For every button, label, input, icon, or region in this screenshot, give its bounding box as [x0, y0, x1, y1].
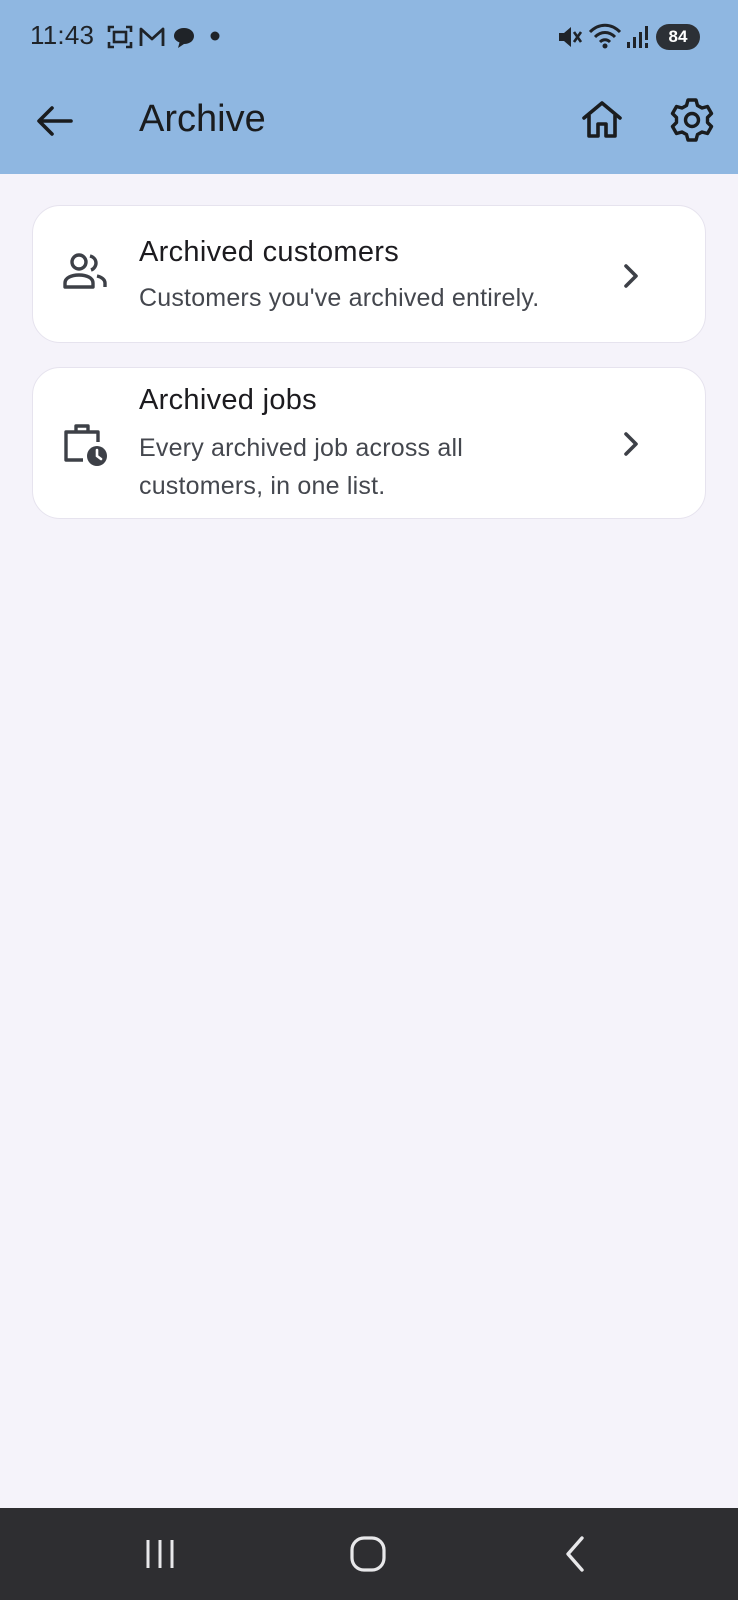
- system-nav-bar: [0, 1508, 738, 1600]
- nav-home-icon: [350, 1536, 386, 1572]
- chevron-right-icon: [624, 264, 638, 288]
- archived-jobs-card[interactable]: Archived jobs Every archived job across …: [32, 367, 706, 519]
- nav-back-icon: [566, 1536, 584, 1572]
- dot-icon: [210, 31, 220, 41]
- status-time: 11:43: [30, 20, 95, 50]
- gear-icon: [670, 98, 714, 142]
- recents-button[interactable]: [136, 1532, 184, 1576]
- briefcase-clock-icon: [64, 424, 107, 466]
- signal-icon: [627, 26, 648, 48]
- chevron-right-icon: [624, 432, 638, 456]
- home-icon: [582, 101, 622, 138]
- settings-button[interactable]: [668, 96, 716, 144]
- screenshot-icon: [107, 25, 133, 49]
- status-bar: 11:43 84: [0, 0, 738, 72]
- gmail-icon: [139, 27, 165, 46]
- mute-icon: [559, 27, 583, 47]
- page-title: Archive: [139, 98, 266, 140]
- battery-icon: 84: [656, 24, 700, 50]
- card-subtitle: Customers you've archived entirely.: [139, 284, 540, 312]
- home-button[interactable]: [578, 96, 626, 144]
- chat-icon: [174, 28, 194, 48]
- nav-back-button[interactable]: [554, 1528, 598, 1580]
- app-bar: Archive: [0, 72, 738, 174]
- back-button[interactable]: [30, 96, 80, 146]
- nav-home-button[interactable]: [342, 1528, 394, 1580]
- card-subtitle: Every archived job across all customers,…: [139, 434, 463, 500]
- arrow-left-icon: [37, 106, 73, 136]
- archived-customers-card[interactable]: Archived customers Customers you've arch…: [32, 205, 706, 343]
- card-title: Archived customers: [139, 236, 400, 268]
- wifi-icon: [588, 23, 622, 49]
- card-title: Archived jobs: [139, 384, 317, 416]
- people-icon: [63, 253, 107, 289]
- recents-icon: [146, 1540, 174, 1568]
- battery-level: 84: [668, 27, 688, 46]
